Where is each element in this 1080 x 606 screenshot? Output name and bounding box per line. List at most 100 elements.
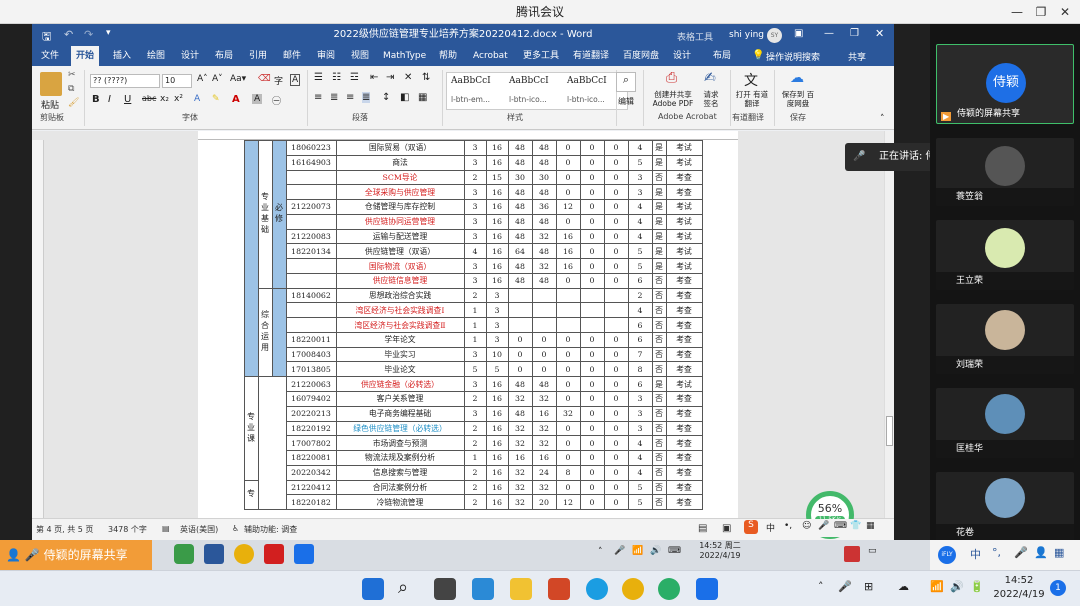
- vertical-scrollbar[interactable]: [884, 131, 894, 518]
- course-cell[interactable]: 16: [485, 258, 509, 274]
- course-cell[interactable]: 10: [485, 346, 509, 363]
- course-name[interactable]: 供应链管理（双语）: [335, 243, 465, 260]
- course-cell[interactable]: 48: [507, 258, 533, 274]
- course-cell[interactable]: 36: [531, 199, 557, 215]
- side-user-icon[interactable]: 👤: [1034, 546, 1048, 559]
- course-cell[interactable]: 是: [651, 154, 667, 171]
- course-cell[interactable]: 5: [627, 154, 653, 171]
- clear-format-icon[interactable]: ⌫: [258, 74, 271, 84]
- course-cell[interactable]: 4: [627, 464, 653, 481]
- course-cell[interactable]: 12: [555, 199, 581, 215]
- action-center-icon[interactable]: ▭: [868, 546, 877, 556]
- course-cell[interactable]: 2: [463, 435, 487, 452]
- course-cell[interactable]: 是: [651, 228, 667, 245]
- tab-design[interactable]: 设计: [176, 46, 204, 66]
- course-cell[interactable]: [531, 287, 557, 304]
- course-cell[interactable]: 16: [485, 154, 509, 171]
- course-cell[interactable]: 64: [507, 243, 533, 260]
- course-cell[interactable]: 考查: [665, 184, 703, 201]
- course-cell[interactable]: 考试: [665, 258, 703, 274]
- course-cell[interactable]: 48: [531, 140, 557, 156]
- font-name-select[interactable]: ?? (????): [90, 74, 160, 88]
- course-cell[interactable]: 32: [531, 435, 557, 452]
- course-cell[interactable]: 4: [627, 228, 653, 245]
- course-cell[interactable]: 0: [579, 213, 605, 230]
- course-cell[interactable]: 32: [531, 391, 557, 407]
- course-name[interactable]: 湾区经济与社会实践调查Ⅰ: [335, 302, 465, 319]
- course-cell[interactable]: 0: [555, 140, 581, 156]
- course-cell[interactable]: 0: [579, 391, 605, 407]
- toolbox-icon[interactable]: ▦: [866, 521, 875, 531]
- course-cell[interactable]: 32: [507, 464, 533, 481]
- course-cell[interactable]: 3: [463, 140, 487, 156]
- align-center-icon[interactable]: ≣: [330, 92, 338, 103]
- course-code[interactable]: 18220011: [285, 331, 337, 348]
- course-cell[interactable]: 3: [463, 258, 487, 274]
- course-name[interactable]: 供应链金融（必转选）: [335, 376, 465, 393]
- line-spacing-icon[interactable]: ↕: [382, 92, 390, 103]
- taskbar-clock[interactable]: 14:52 2022/4/19: [990, 574, 1048, 602]
- course-code[interactable]: [285, 213, 337, 230]
- tab-mailings[interactable]: 邮件: [278, 46, 306, 66]
- course-cell[interactable]: 16: [485, 272, 509, 289]
- course-cell[interactable]: 5: [485, 361, 509, 378]
- course-name[interactable]: 物流法规及案例分析: [335, 450, 465, 466]
- tab-insert[interactable]: 插入: [108, 46, 136, 66]
- course-code[interactable]: [285, 302, 337, 319]
- tab-mathtype[interactable]: MathType: [378, 46, 431, 66]
- borders-icon[interactable]: ▦: [418, 92, 427, 103]
- course-cell[interactable]: 3: [463, 405, 487, 422]
- search-icon[interactable]: ⌕: [616, 72, 636, 92]
- tab-help[interactable]: 帮助: [434, 46, 462, 66]
- participant-tile[interactable]: 花卷: [936, 472, 1074, 542]
- course-cell[interactable]: 0: [531, 331, 557, 348]
- course-cell[interactable]: [603, 302, 629, 319]
- course-cell[interactable]: 6: [627, 272, 653, 289]
- course-cell[interactable]: 考查: [665, 435, 703, 452]
- course-cell[interactable]: 16: [485, 479, 509, 496]
- course-name[interactable]: 信息搜索与管理: [335, 464, 465, 481]
- phonetic-icon[interactable]: 字: [274, 74, 283, 87]
- course-cell[interactable]: 0: [603, 405, 629, 422]
- course-cell[interactable]: [555, 317, 581, 333]
- course-cell[interactable]: 考试: [665, 228, 703, 245]
- course-code[interactable]: 16164903: [285, 154, 337, 171]
- course-cell[interactable]: 5: [627, 258, 653, 274]
- tray-mic-icon[interactable]: 🎤: [614, 546, 625, 556]
- course-cell[interactable]: 考查: [665, 317, 703, 333]
- course-cell[interactable]: [531, 302, 557, 319]
- multilevel-list-icon[interactable]: ☲: [350, 72, 359, 83]
- course-cell[interactable]: 3: [627, 391, 653, 407]
- course-cell[interactable]: 0: [555, 435, 581, 452]
- course-cell[interactable]: 0: [531, 361, 557, 378]
- course-cell[interactable]: 否: [651, 287, 667, 304]
- read-mode-icon[interactable]: ▤: [698, 523, 707, 534]
- course-cell[interactable]: 2: [463, 479, 487, 496]
- taskbar-meeting-icon[interactable]: [696, 578, 718, 600]
- cut-icon[interactable]: ✂: [68, 70, 76, 80]
- course-cell[interactable]: 0: [555, 420, 581, 437]
- course-cell[interactable]: 16: [555, 258, 581, 274]
- char-shading-icon[interactable]: A: [252, 94, 263, 104]
- course-cell[interactable]: [507, 302, 533, 319]
- course-cell[interactable]: 是: [651, 213, 667, 230]
- course-name[interactable]: 供应链信息管理: [335, 272, 465, 289]
- course-cell[interactable]: 否: [651, 346, 667, 363]
- course-cell[interactable]: 考试: [665, 243, 703, 260]
- course-cell[interactable]: 3: [485, 331, 509, 348]
- course-cell[interactable]: 6: [627, 317, 653, 333]
- course-cell[interactable]: 8: [555, 464, 581, 481]
- course-cell[interactable]: 20: [531, 494, 557, 511]
- course-cell[interactable]: 8: [627, 361, 653, 378]
- course-cell[interactable]: 32: [531, 258, 557, 274]
- course-cell[interactable]: 否: [651, 361, 667, 378]
- accessibility-status[interactable]: 辅助功能: 调查: [244, 524, 297, 535]
- course-cell[interactable]: 48: [507, 184, 533, 201]
- course-cell[interactable]: 是: [651, 184, 667, 201]
- course-cell[interactable]: 7: [627, 346, 653, 363]
- course-cell[interactable]: 否: [651, 302, 667, 319]
- course-cell[interactable]: 32: [531, 479, 557, 496]
- course-cell[interactable]: 0: [531, 346, 557, 363]
- course-cell[interactable]: 16: [485, 376, 509, 393]
- course-cell[interactable]: 5: [627, 243, 653, 260]
